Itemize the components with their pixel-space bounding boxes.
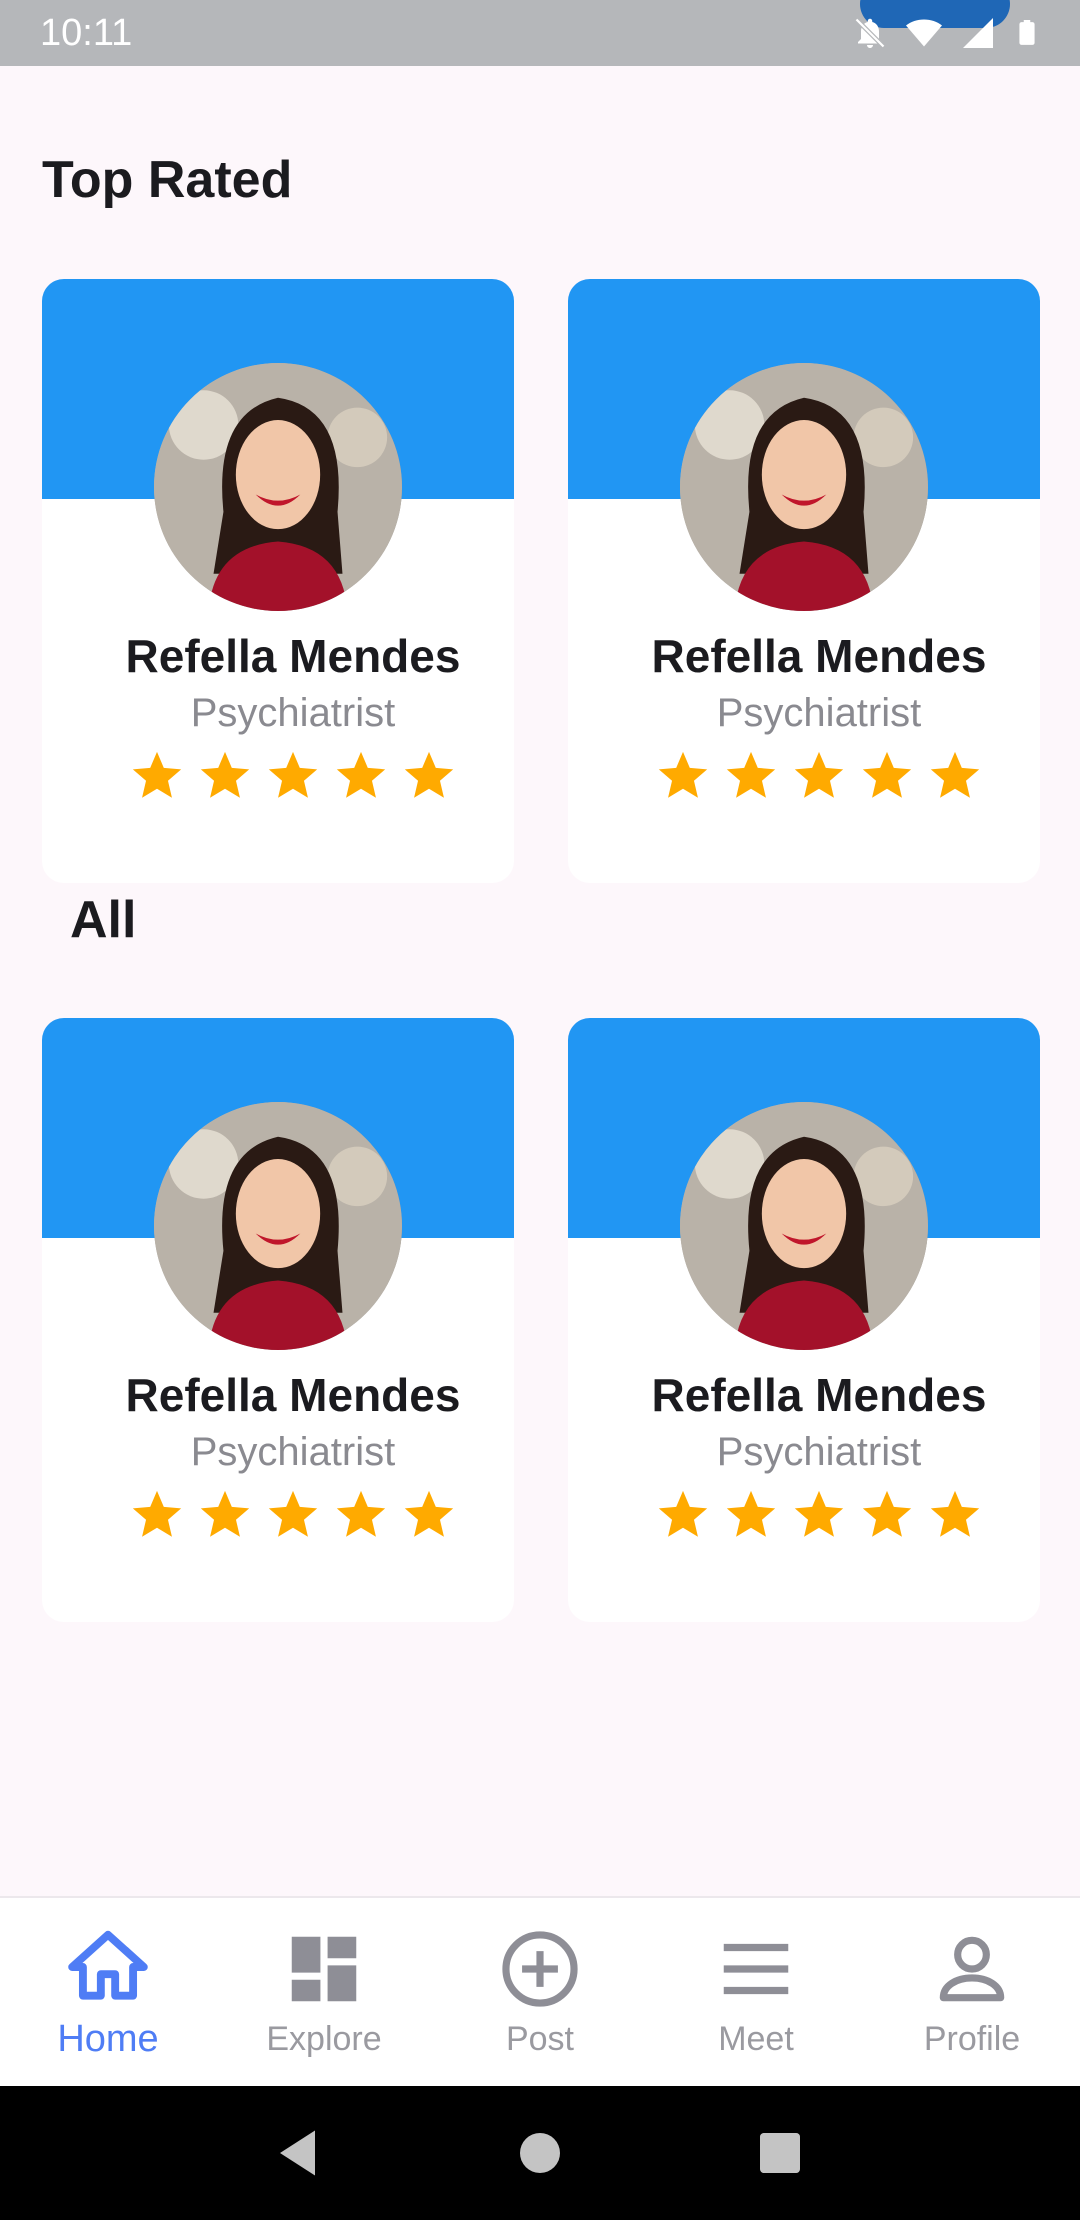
rating-stars (42, 747, 514, 805)
battery-icon (1019, 20, 1035, 45)
doctor-card[interactable]: Refella Mendes Psychiatrist (568, 1018, 1040, 1622)
bottom-nav: Home Explore Post Meet Profile (0, 1896, 1080, 2086)
nav-item-meet[interactable]: Meet (658, 1926, 854, 2059)
star-icon (794, 751, 844, 798)
star-icon (268, 751, 318, 798)
menu-icon (723, 1943, 789, 1994)
status-bar: 10:11 (0, 0, 1080, 66)
status-time: 10:11 (40, 11, 133, 54)
section-title-top-rated: Top Rated (42, 151, 293, 209)
star-icon (930, 751, 980, 798)
rating-stars (568, 747, 1040, 805)
star-icon (268, 1490, 318, 1537)
nav-label-post: Post (505, 2019, 575, 2058)
nav-label-home: Home (57, 2017, 159, 2060)
doctor-name: Refella Mendes (651, 1369, 987, 1421)
nav-label-meet: Meet (718, 2019, 794, 2058)
star-icon (132, 1490, 182, 1537)
star-icon (404, 751, 454, 798)
nav-label-explore: Explore (266, 2019, 382, 2058)
nav-item-profile[interactable]: Profile (874, 1926, 1070, 2059)
star-icon (200, 1490, 250, 1537)
star-icon (930, 1490, 980, 1537)
rating-stars (568, 1486, 1040, 1544)
star-icon (200, 751, 250, 798)
star-icon (726, 1490, 776, 1537)
doctor-card[interactable]: Refella Mendes Psychiatrist (568, 279, 1040, 883)
back-icon[interactable] (270, 2123, 330, 2183)
star-icon (404, 1490, 454, 1537)
doctor-name: Refella Mendes (125, 630, 461, 682)
notifications-off-icon (854, 17, 886, 49)
doctor-role: Psychiatrist (190, 1430, 396, 1474)
nav-item-explore[interactable]: Explore (226, 1926, 422, 2059)
system-nav-bar (0, 2086, 1080, 2220)
doctor-name: Refella Mendes (651, 630, 987, 682)
signal-icon (963, 18, 993, 48)
doctor-card[interactable]: Refella Mendes Psychiatrist (42, 1018, 514, 1622)
dashboard-icon (291, 1936, 357, 2001)
star-icon (658, 751, 708, 798)
home-icon (68, 1930, 148, 2000)
star-icon (336, 751, 386, 798)
star-icon (862, 751, 912, 798)
doctor-name: Refella Mendes (125, 1369, 461, 1421)
star-icon (726, 751, 776, 798)
nav-item-post[interactable]: Post (442, 1926, 638, 2059)
avatar (154, 363, 402, 611)
doctor-role: Psychiatrist (716, 1430, 922, 1474)
avatar (680, 363, 928, 611)
doctor-card[interactable]: Refella Mendes Psychiatrist (42, 279, 514, 883)
star-icon (794, 1490, 844, 1537)
add-circle-icon (502, 1930, 578, 2007)
nav-label-profile: Profile (923, 2019, 1021, 2058)
recents-icon[interactable] (750, 2123, 810, 2183)
rating-stars (42, 1486, 514, 1544)
wifi-icon (906, 19, 942, 47)
avatar (154, 1102, 402, 1350)
doctor-role: Psychiatrist (190, 691, 396, 735)
person-icon (939, 1936, 1005, 2001)
nav-item-home[interactable]: Home (10, 1924, 206, 2061)
star-icon (336, 1490, 386, 1537)
star-icon (862, 1490, 912, 1537)
avatar (680, 1102, 928, 1350)
section-title-all: All (70, 891, 137, 949)
doctor-role: Psychiatrist (716, 691, 922, 735)
star-icon (658, 1490, 708, 1537)
home-circle-icon[interactable] (510, 2123, 570, 2183)
star-icon (132, 751, 182, 798)
